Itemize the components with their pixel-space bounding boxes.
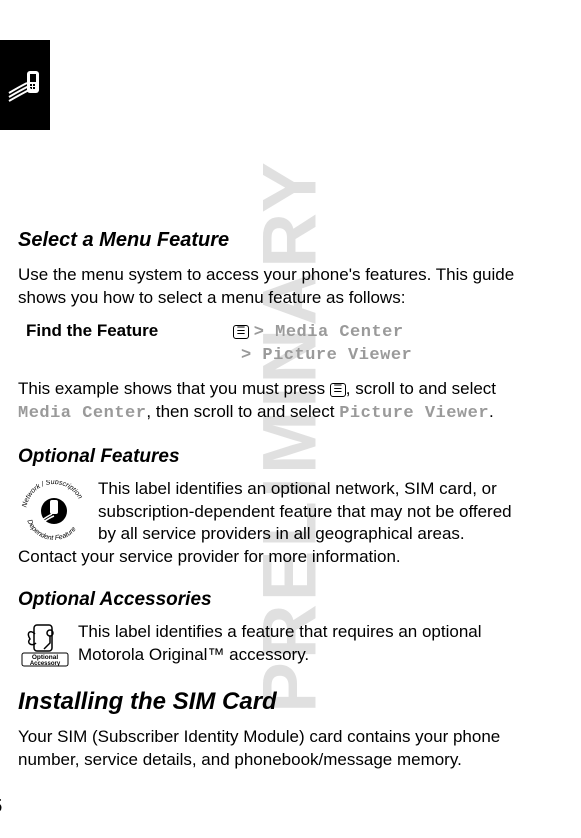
heading-optional-features: Optional Features: [18, 444, 523, 470]
sim-paragraph: Your SIM (Subscriber Identity Module) ca…: [18, 726, 523, 772]
find-feature-block: Find the Feature ☰ > Media Center > Pict…: [18, 320, 523, 368]
chapter-tab: [0, 40, 50, 130]
optional-features-paragraph: Network / Subscription Dependent Feature…: [18, 478, 523, 570]
svg-text:Accessory: Accessory: [30, 661, 61, 667]
intro-paragraph: Use the menu system to access your phone…: [18, 264, 523, 310]
menu-key-icon: ☰: [233, 325, 249, 339]
example-paragraph: This example shows that you must press ☰…: [18, 378, 523, 426]
heading-optional-accessories: Optional Accessories: [18, 587, 523, 613]
menu-path: ☰ > Media Center > Picture Viewer: [233, 320, 412, 368]
optional-accessories-paragraph: Optional Accessory This label identifies…: [18, 621, 523, 668]
phone-signal-icon: [5, 65, 45, 105]
menu-key-icon: ☰: [330, 383, 346, 397]
optional-accessory-icon: Optional Accessory: [20, 623, 70, 668]
page-number: 15: [0, 794, 563, 818]
heading-installing-sim: Installing the SIM Card: [18, 686, 523, 718]
find-feature-label: Find the Feature: [18, 320, 233, 368]
svg-text:Optional: Optional: [32, 654, 59, 661]
network-subscription-icon: Network / Subscription Dependent Feature: [18, 480, 90, 542]
heading-select-menu: Select a Menu Feature: [18, 227, 523, 254]
